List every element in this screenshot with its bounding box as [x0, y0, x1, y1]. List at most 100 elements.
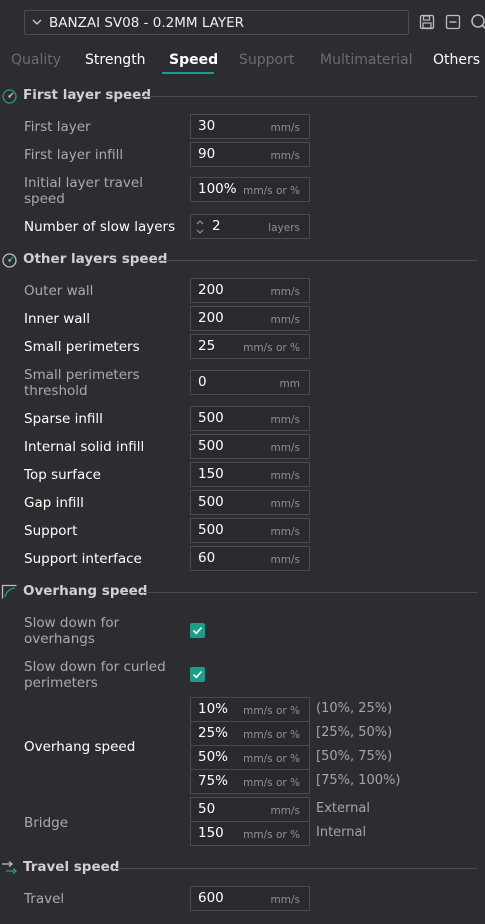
- field-unit: mm/s or %: [243, 342, 300, 354]
- field-value: 100%: [198, 181, 237, 197]
- minus-box-icon[interactable]: [443, 11, 463, 33]
- field-value: 200: [198, 310, 224, 326]
- sparse-infill-label: Sparse infill: [24, 411, 103, 427]
- preset-bar: BANZAI SV08 - 0.2MM LAYER: [0, 0, 485, 44]
- section-other-layers-speed: Other layers speed: [0, 249, 485, 271]
- initial-layer-travel-field[interactable]: 100% mm/s or %: [190, 177, 310, 202]
- field-unit: mm/s: [270, 414, 300, 426]
- field-unit: mm/s: [270, 122, 300, 134]
- label-line-1: Slow down for: [24, 615, 120, 631]
- field-unit: mm/s or %: [243, 185, 300, 197]
- section-title: Other layers speed: [23, 251, 168, 267]
- travel-icon: [1, 860, 18, 876]
- first-layer-field[interactable]: 30 mm/s: [190, 114, 310, 139]
- print-settings-panel: BANZAI SV08 - 0.2MM LAYER Quality Streng…: [0, 0, 485, 924]
- field-unit: mm/s or %: [243, 753, 300, 765]
- label-line-2: threshold: [24, 383, 88, 399]
- section-divider: [140, 592, 477, 593]
- field-unit: mm/s: [270, 442, 300, 454]
- field-unit: mm/s: [270, 314, 300, 326]
- bridge-internal-note: Internal: [316, 825, 367, 840]
- small-perimeters-threshold-label: Small perimeters threshold: [24, 367, 140, 399]
- field-unit: mm/s or %: [243, 729, 300, 741]
- field-unit: mm/s or %: [243, 777, 300, 789]
- first-layer-infill-label: First layer infill: [24, 147, 124, 163]
- overhang-range-1: (10%, 25%): [316, 701, 393, 716]
- tab-support[interactable]: Support: [239, 52, 294, 68]
- label-line-1: Initial layer travel: [24, 175, 143, 191]
- save-icon[interactable]: [417, 11, 437, 33]
- search-icon[interactable]: [469, 11, 485, 33]
- travel-label: Travel: [24, 891, 65, 907]
- outer-wall-field[interactable]: 200 mm/s: [190, 278, 310, 303]
- field-unit: mm/s: [270, 805, 300, 817]
- field-unit: mm/s: [270, 894, 300, 906]
- section-overhang-speed: Overhang speed: [0, 581, 485, 603]
- section-divider: [142, 96, 477, 97]
- internal-solid-infill-field[interactable]: 500 mm/s: [190, 434, 310, 459]
- field-value: 25%: [198, 725, 229, 741]
- field-unit: mm/s: [270, 554, 300, 566]
- field-unit: mm/s: [270, 498, 300, 510]
- field-value: 50: [198, 801, 216, 817]
- gap-infill-field[interactable]: 500 mm/s: [190, 490, 310, 515]
- field-value: 150: [198, 825, 224, 841]
- label-line-1: Small perimeters: [24, 367, 140, 383]
- initial-layer-travel-label: Initial layer travel speed: [24, 175, 143, 207]
- field-value: 75%: [198, 773, 229, 789]
- support-interface-field[interactable]: 60 mm/s: [190, 546, 310, 571]
- checkmark-icon: [192, 670, 203, 679]
- gap-infill-label: Gap infill: [24, 495, 84, 511]
- overhang-speed-field-2[interactable]: 25% mm/s or %: [190, 721, 310, 746]
- tab-multimaterial[interactable]: Multimaterial: [320, 52, 413, 68]
- section-divider: [116, 868, 477, 869]
- field-unit: mm/s: [270, 150, 300, 162]
- slow-curled-checkbox[interactable]: [190, 667, 205, 682]
- small-perimeters-threshold-field[interactable]: 0 mm: [190, 370, 310, 395]
- small-perimeters-field[interactable]: 25 mm/s or %: [190, 334, 310, 359]
- field-value: 150: [198, 466, 224, 482]
- bridge-internal-field[interactable]: 150 mm/s or %: [190, 821, 310, 846]
- travel-field[interactable]: 600 mm/s: [190, 886, 310, 911]
- field-unit: mm/s: [270, 470, 300, 482]
- stepper-arrows-icon[interactable]: [195, 218, 205, 236]
- field-value: 50%: [198, 749, 229, 765]
- bridge-external-note: External: [316, 801, 370, 816]
- overhang-speed-field-3[interactable]: 50% mm/s or %: [190, 745, 310, 770]
- bridge-label: Bridge: [24, 815, 69, 831]
- outer-wall-label: Outer wall: [24, 283, 94, 299]
- field-unit: mm/s or %: [243, 705, 300, 717]
- first-layer-label: First layer: [24, 119, 91, 135]
- tab-quality[interactable]: Quality: [11, 52, 61, 68]
- field-value: 25: [198, 338, 216, 354]
- overhang-speed-field-4[interactable]: 75% mm/s or %: [190, 769, 310, 794]
- bridge-external-field[interactable]: 50 mm/s: [190, 797, 310, 822]
- field-unit: mm/s: [270, 526, 300, 538]
- small-perimeters-label: Small perimeters: [24, 339, 140, 355]
- tab-strength[interactable]: Strength: [85, 52, 146, 68]
- top-surface-field[interactable]: 150 mm/s: [190, 462, 310, 487]
- first-layer-infill-field[interactable]: 90 mm/s: [190, 142, 310, 167]
- slow-layers-stepper[interactable]: 2 layers: [190, 214, 310, 239]
- label-line-2: speed: [24, 191, 65, 207]
- chevron-down-icon: [25, 17, 49, 28]
- preset-name: BANZAI SV08 - 0.2MM LAYER: [49, 14, 245, 31]
- section-title: Travel speed: [23, 859, 120, 875]
- section-first-layer-speed: First layer speed: [0, 85, 485, 107]
- overhang-range-3: [50%, 75%): [316, 749, 393, 764]
- field-value: 600: [198, 890, 224, 906]
- slow-curled-label: Slow down for curled perimeters: [24, 659, 166, 691]
- support-field[interactable]: 500 mm/s: [190, 518, 310, 543]
- overhang-speed-field-1[interactable]: 10% mm/s or %: [190, 697, 310, 722]
- field-unit: layers: [268, 222, 300, 234]
- field-unit: mm: [279, 378, 300, 390]
- field-value: 30: [198, 118, 216, 134]
- tab-speed[interactable]: Speed: [169, 52, 218, 68]
- preset-dropdown[interactable]: BANZAI SV08 - 0.2MM LAYER: [24, 10, 409, 35]
- inner-wall-field[interactable]: 200 mm/s: [190, 306, 310, 331]
- slow-overhangs-checkbox[interactable]: [190, 623, 205, 638]
- sparse-infill-field[interactable]: 500 mm/s: [190, 406, 310, 431]
- speedometer-icon: [1, 252, 18, 268]
- tab-others[interactable]: Others: [433, 52, 480, 68]
- internal-solid-infill-label: Internal solid infill: [24, 439, 145, 455]
